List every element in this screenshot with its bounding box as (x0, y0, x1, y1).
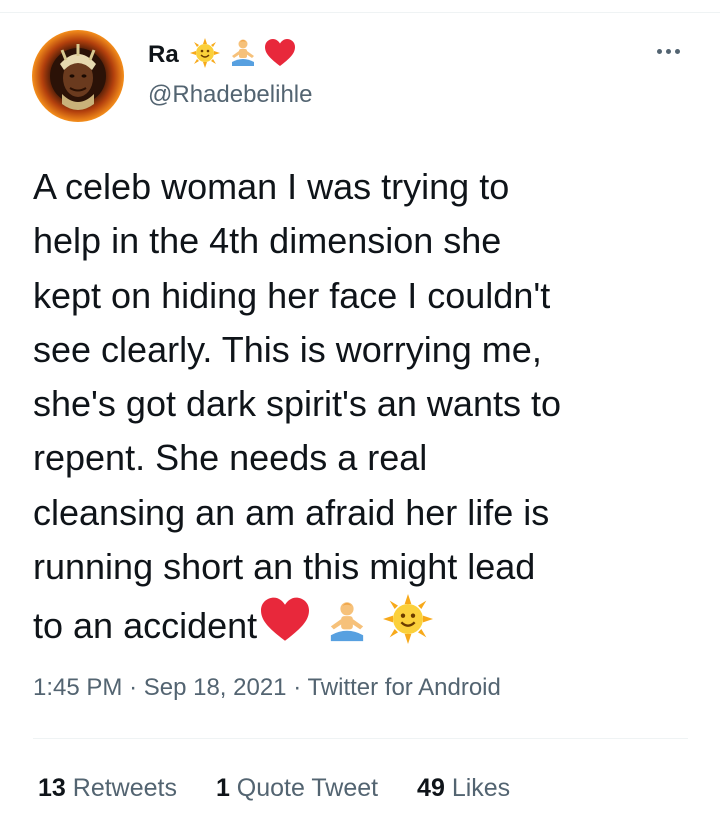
meta-separator: · (293, 674, 302, 701)
quotes-label: Quote Tweet (236, 774, 379, 802)
likes-stat[interactable]: 49 Likes (417, 773, 510, 803)
quotes-count: 1 (215, 774, 230, 802)
top-divider (0, 12, 720, 13)
tweet-line: running short an this might lead (33, 546, 536, 588)
tweet-line: repent. She needs a real (33, 437, 428, 479)
tweet-stats: 13 Retweets 1 Quote Tweet 49 Likes (38, 773, 542, 803)
author-handle[interactable]: @Rhadebelihle (148, 80, 312, 110)
tweet-line: cleansing an am afraid her life is (33, 491, 550, 533)
tweet-line: she's got dark spirit's an wants to (33, 383, 561, 425)
likes-count: 49 (417, 774, 445, 802)
dot-icon (656, 48, 662, 54)
person-in-lotus-position-icon (331, 602, 364, 642)
dot-icon (665, 48, 671, 54)
tweet-line: help in the 4th dimension she (33, 220, 502, 262)
red-heart-icon (265, 39, 295, 66)
tweet-line-text: to an accident (33, 605, 258, 647)
sun-face-icon (383, 594, 434, 645)
dot-icon (674, 48, 680, 54)
likes-label: Likes (451, 774, 511, 802)
tweet-line: kept on hiding her face I couldn't (33, 274, 551, 316)
person-in-lotus-position-icon (232, 39, 254, 66)
tweet-meta: 1:45 PM · Sep 18, 2021 · Twitter for And… (33, 673, 501, 703)
retweets-count: 13 (38, 774, 66, 802)
tweet-date[interactable]: Sep 18, 2021 (144, 674, 287, 701)
retweets-label: Retweets (72, 774, 177, 802)
sun-face-icon (190, 38, 220, 68)
tweet-source[interactable]: Twitter for Android (307, 674, 500, 701)
red-heart-icon (261, 597, 310, 642)
tweet-line: see clearly. This is worrying me, (33, 328, 542, 370)
meta-separator: · (129, 674, 138, 701)
quote-tweets-stat[interactable]: 1 Quote Tweet (216, 773, 378, 803)
tweet-line-last: to an accident (33, 594, 703, 653)
divider (33, 738, 688, 739)
avatar[interactable] (32, 30, 124, 122)
tweet-time[interactable]: 1:45 PM (33, 674, 122, 701)
author-display-name[interactable]: Ra (148, 40, 179, 70)
more-options-button[interactable] (648, 36, 688, 66)
tweet-text: A celeb woman I was trying to help in th… (33, 160, 703, 654)
tweet-line: A celeb woman I was trying to (33, 166, 510, 207)
retweets-stat[interactable]: 13 Retweets (38, 773, 177, 803)
